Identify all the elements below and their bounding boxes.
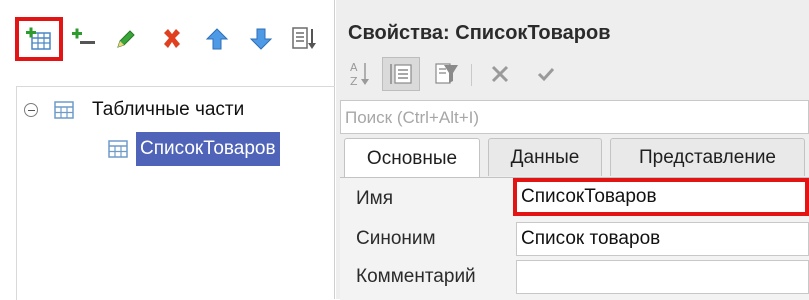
tab-presentation[interactable]: Представление — [610, 138, 805, 176]
tree-node-tabular-sections[interactable]: Табличные части — [24, 92, 244, 128]
checkmark-icon — [537, 67, 555, 82]
arrow-down-icon — [249, 28, 273, 50]
table-icon — [54, 101, 74, 119]
tab-main[interactable]: Основные — [344, 138, 480, 178]
table-icon — [108, 140, 128, 158]
tree-toolbar — [0, 0, 334, 72]
sort-alphabetical-button[interactable]: A Z — [346, 57, 374, 91]
toolbar-separator — [471, 64, 472, 86]
pencil-icon — [117, 30, 135, 48]
name-field[interactable]: СписокТоваров — [516, 180, 809, 214]
add-button-highlight — [15, 17, 63, 61]
search-input[interactable]: Поиск (Ctrl+Alt+I) — [340, 100, 809, 134]
properties-panel: Свойства: СписокТоваров A Z Поиск (Ctrl+… — [336, 0, 809, 300]
edit-button[interactable] — [112, 24, 140, 54]
svg-text:Z: Z — [350, 75, 358, 88]
name-label: Имя — [356, 188, 394, 209]
sort-az-icon: A Z — [350, 61, 369, 88]
main-properties-form: Имя СписокТоваров Синоним Список товаров… — [340, 177, 809, 300]
add-attribute-button[interactable] — [70, 24, 98, 54]
svg-text:A: A — [350, 61, 358, 74]
tree-node-product-list[interactable]: СписокТоваров — [108, 131, 280, 167]
move-up-button[interactable] — [203, 24, 231, 54]
delete-button[interactable] — [158, 24, 186, 54]
properties-title: Свойства: СписокТоваров — [348, 22, 611, 44]
collapse-icon[interactable] — [24, 103, 38, 117]
apply-button[interactable] — [532, 57, 560, 91]
arrow-up-icon — [205, 28, 229, 50]
plus-line-icon — [72, 28, 95, 44]
tree-node-label: Табличные части — [92, 99, 245, 120]
comment-field[interactable] — [516, 260, 809, 294]
sort-button[interactable] — [290, 24, 318, 54]
gray-x-icon — [491, 65, 509, 83]
synonym-label: Синоним — [356, 228, 436, 249]
move-down-button[interactable] — [247, 24, 275, 54]
red-x-icon — [164, 29, 180, 48]
comment-label: Комментарий — [356, 266, 476, 287]
filter-icon — [435, 63, 458, 84]
clear-button[interactable] — [486, 57, 514, 91]
property-tabs: Основные Данные Представление — [340, 138, 809, 178]
categories-icon — [390, 64, 412, 84]
categorized-view-button[interactable] — [382, 57, 420, 91]
tab-data[interactable]: Данные — [488, 138, 602, 176]
list-sort-icon — [292, 27, 316, 49]
filter-button[interactable] — [432, 57, 462, 91]
metadata-tree-pane: Табличные части СписокТоваров — [0, 0, 335, 300]
synonym-field[interactable]: Список товаров — [516, 222, 809, 256]
tree-node-label-selected: СписокТоваров — [136, 132, 280, 166]
properties-toolbar: A Z — [336, 52, 809, 98]
